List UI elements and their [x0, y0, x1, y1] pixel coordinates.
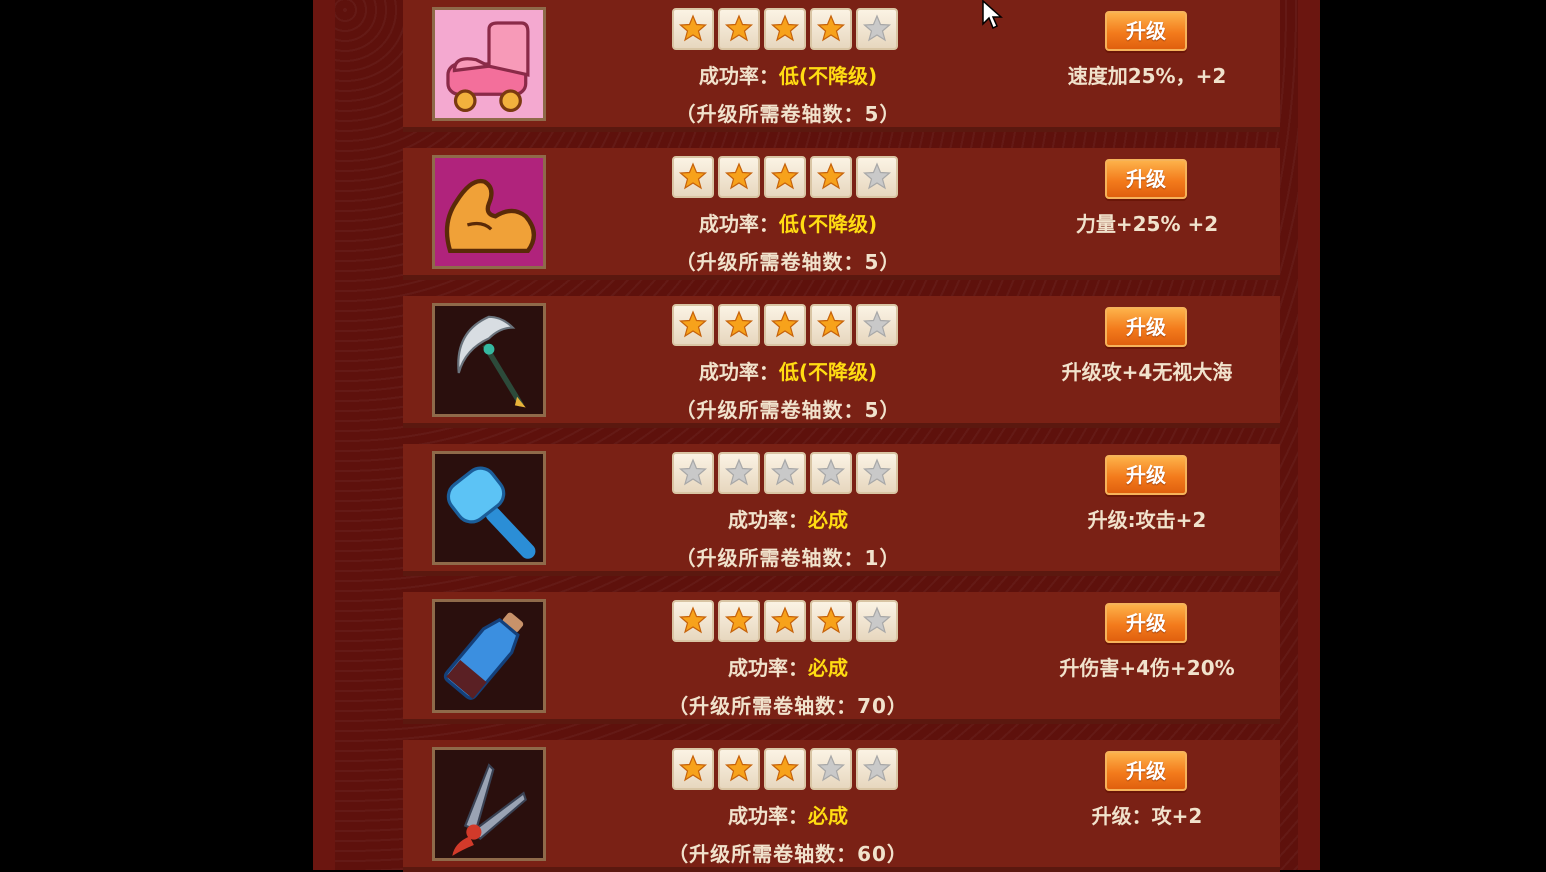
star-empty-icon [718, 452, 760, 494]
star-rating [672, 600, 898, 642]
star-empty-icon [856, 304, 898, 346]
star-filled-icon [764, 600, 806, 642]
star-filled-icon [672, 8, 714, 50]
star-filled-icon [672, 600, 714, 642]
upgrade-row: 成功率：必成 （升级所需卷轴数：1） 升级 升级:攻击+2 [403, 444, 1280, 576]
upgrade-row: 成功率：必成 （升级所需卷轴数：70） 升级 升伤害+4伤+20% [403, 592, 1280, 724]
scroll-requirement: （升级所需卷轴数：60） [668, 842, 908, 866]
upgrade-row: 成功率：低(不降级) （升级所需卷轴数：5） 升级 力量+25% +2 [403, 148, 1280, 280]
upgrade-effect: 升级攻+4无视大海 [1061, 360, 1233, 384]
star-filled-icon [718, 156, 760, 198]
upgrade-effect: 升级：攻+2 [1091, 804, 1203, 828]
ice-hammer-icon [432, 451, 546, 565]
star-empty-icon [856, 748, 898, 790]
muscle-arm-icon [432, 155, 546, 269]
upgrade-effect: 升伤害+4伤+20% [1059, 656, 1235, 680]
star-filled-icon [672, 748, 714, 790]
star-filled-icon [718, 748, 760, 790]
star-filled-icon [764, 304, 806, 346]
success-rate-label: 成功率： [728, 804, 808, 828]
scroll-requirement: （升级所需卷轴数：1） [675, 546, 901, 570]
success-rate-value: 低(不降级) [778, 64, 878, 88]
upgrade-effect: 升级:攻击+2 [1087, 508, 1207, 532]
success-rate-label: 成功率： [728, 656, 808, 680]
star-filled-icon [672, 304, 714, 346]
star-empty-icon [856, 8, 898, 50]
upgrade-row: 成功率：必成 （升级所需卷轴数：60） 升级 升级：攻+2 [403, 740, 1280, 872]
scroll-requirement: （升级所需卷轴数：5） [675, 102, 901, 126]
star-filled-icon [810, 156, 852, 198]
success-rate-label: 成功率： [728, 508, 808, 532]
upgrade-button[interactable]: 升级 [1105, 455, 1187, 495]
star-filled-icon [764, 8, 806, 50]
star-rating [672, 304, 898, 346]
scythe-icon [432, 303, 546, 417]
star-filled-icon [718, 304, 760, 346]
star-rating [672, 452, 898, 494]
star-filled-icon [810, 600, 852, 642]
upgrade-panel: 成功率：低(不降级) （升级所需卷轴数：5） 升级 速度加25%，+2 成功率：… [313, 0, 1320, 872]
star-empty-icon [856, 452, 898, 494]
upgrade-button[interactable]: 升级 [1105, 11, 1187, 51]
success-rate-label: 成功率： [698, 212, 779, 236]
star-filled-icon [764, 748, 806, 790]
success-rate-value: 必成 [808, 656, 848, 680]
star-rating [672, 748, 898, 790]
upgrade-effect: 力量+25% +2 [1075, 212, 1219, 236]
twin-daggers-icon [432, 747, 546, 861]
scroll-requirement: （升级所需卷轴数：5） [675, 398, 901, 422]
cola-bottle-icon [432, 599, 546, 713]
star-filled-icon [764, 156, 806, 198]
mouse-cursor-icon [982, 0, 1003, 30]
star-filled-icon [672, 156, 714, 198]
success-rate-value: 必成 [808, 804, 848, 828]
star-filled-icon [810, 304, 852, 346]
star-filled-icon [810, 8, 852, 50]
scroll-requirement: （升级所需卷轴数：5） [675, 250, 901, 274]
success-rate-value: 低(不降级) [778, 212, 878, 236]
scroll-requirement: （升级所需卷轴数：70） [668, 694, 908, 718]
upgrade-row: 成功率：低(不降级) （升级所需卷轴数：5） 升级 速度加25%，+2 [403, 0, 1280, 132]
star-empty-icon [856, 600, 898, 642]
star-filled-icon [718, 8, 760, 50]
upgrade-button[interactable]: 升级 [1105, 751, 1187, 791]
success-rate-label: 成功率： [698, 64, 779, 88]
star-empty-icon [672, 452, 714, 494]
star-empty-icon [810, 748, 852, 790]
star-empty-icon [764, 452, 806, 494]
upgrade-button[interactable]: 升级 [1105, 603, 1187, 643]
star-rating [672, 156, 898, 198]
upgrade-row: 成功率：低(不降级) （升级所需卷轴数：5） 升级 升级攻+4无视大海 [403, 296, 1280, 428]
success-rate-label: 成功率： [698, 360, 779, 384]
upgrade-button[interactable]: 升级 [1105, 159, 1187, 199]
star-empty-icon [810, 452, 852, 494]
success-rate-value: 必成 [808, 508, 848, 532]
star-rating [672, 8, 898, 50]
success-rate-value: 低(不降级) [778, 360, 878, 384]
star-filled-icon [718, 600, 760, 642]
upgrade-button[interactable]: 升级 [1105, 307, 1187, 347]
pink-boot-icon [432, 7, 546, 121]
star-empty-icon [856, 156, 898, 198]
upgrade-effect: 速度加25%，+2 [1067, 64, 1227, 88]
